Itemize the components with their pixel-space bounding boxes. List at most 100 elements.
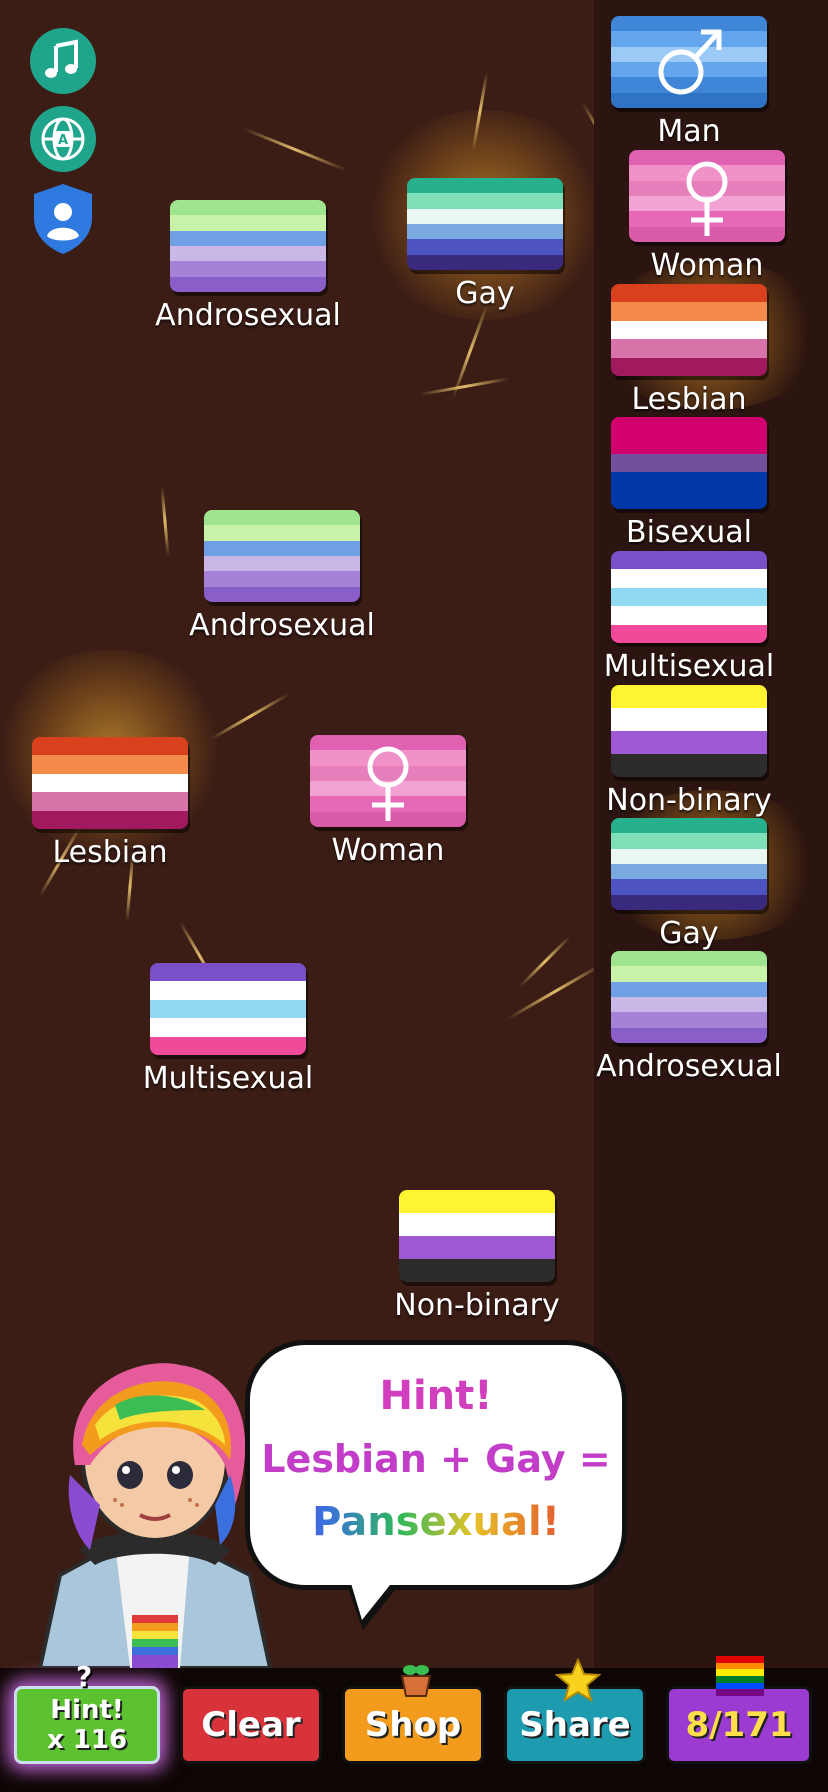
rainbow-flag-icon [716, 1656, 764, 1697]
flag-stripe [611, 818, 767, 834]
flag-stripe [611, 587, 767, 607]
shield-user-icon[interactable] [30, 182, 96, 254]
board-token-androsexual[interactable]: Androsexual [189, 510, 375, 644]
flag-stripe [407, 254, 563, 270]
flag-stripe [611, 302, 767, 321]
board-token-woman[interactable]: Woman [308, 735, 468, 869]
flag-stripe [150, 1018, 306, 1037]
token-label: Multisexual [603, 649, 775, 684]
flag-stripe [150, 963, 306, 982]
flag-stripe [204, 571, 360, 587]
flag-stripe [32, 773, 188, 793]
androsexual-flag-icon [170, 200, 326, 292]
flag-stripe [170, 245, 326, 262]
token-label: Gay [455, 276, 515, 311]
spark-ray [420, 377, 510, 396]
multisexual-flag-icon [611, 551, 767, 643]
flag-stripe [611, 435, 767, 454]
flag-stripe [150, 999, 306, 1019]
flag-stripe [611, 490, 767, 509]
token-label: Androsexual [189, 608, 375, 643]
androsexual-flag-icon [611, 951, 767, 1043]
flag-stripe [204, 555, 360, 572]
sidebar-token-gay[interactable]: Gay [609, 818, 769, 952]
token-label: Lesbian [52, 835, 168, 870]
bisexual-flag-icon [611, 417, 767, 509]
spark-ray [506, 962, 594, 1021]
flag-stripe [407, 178, 563, 194]
flag-stripe [32, 755, 188, 774]
sidebar-token-lesbian[interactable]: Lesbian [609, 284, 769, 418]
spark-ray [160, 486, 170, 557]
lesbian-flag-icon [32, 737, 188, 829]
flag-stripe [611, 754, 767, 777]
hint-button[interactable]: Hint! x 116 [14, 1686, 160, 1764]
token-label: Man [657, 114, 721, 149]
flag-stripe [611, 894, 767, 910]
multisexual-flag-icon [150, 963, 306, 1055]
man-flag-icon [611, 16, 767, 108]
star-icon [554, 1657, 602, 1706]
flag-stripe [407, 223, 563, 240]
sidebar-token-woman[interactable]: Woman [627, 150, 787, 284]
hint-button-label: Hint! [50, 1695, 124, 1725]
gay-flag-icon [407, 178, 563, 270]
spark-ray [519, 935, 571, 988]
board-token-lesbian[interactable]: Lesbian [30, 737, 190, 871]
sidebar-token-bisexual[interactable]: Bisexual [609, 417, 769, 551]
gay-flag-icon [611, 818, 767, 910]
flag-stripe [204, 540, 360, 556]
flag-stripe [611, 606, 767, 625]
flag-stripe [611, 848, 767, 864]
sidebar-token-multisexual[interactable]: Multisexual [604, 551, 774, 685]
token-label: Non-binary [606, 783, 772, 818]
flag-stripe [611, 1012, 767, 1028]
discovery-counter[interactable]: 8/171 [666, 1686, 812, 1764]
flag-stripe [611, 879, 767, 895]
board-token-androsexual[interactable]: Androsexual [155, 200, 341, 334]
flag-stripe [611, 1027, 767, 1043]
flag-stripe [611, 339, 767, 358]
flag-stripe [611, 863, 767, 880]
spark-ray [243, 127, 347, 172]
flag-stripe [32, 737, 188, 756]
sidebar-token-androsexual[interactable]: Androsexual [596, 951, 782, 1085]
board-token-gay[interactable]: Gay [405, 178, 565, 312]
flag-stripe [150, 981, 306, 1000]
flag-stripe [399, 1190, 555, 1213]
flag-stripe [407, 239, 563, 255]
bubble-tail [350, 1580, 394, 1620]
flag-stripe [611, 966, 767, 982]
globe-letter: A [58, 133, 68, 148]
flag-stripe [611, 951, 767, 967]
music-note-icon[interactable] [30, 28, 96, 94]
flag-stripe [407, 193, 563, 209]
hint-bubble-result: Pansexual! [250, 1499, 622, 1545]
clear-button[interactable]: Clear [180, 1686, 322, 1764]
token-label: Gay [659, 916, 719, 951]
token-label: Woman [650, 248, 764, 283]
token-label: Lesbian [631, 382, 747, 417]
flag-stripe [204, 510, 360, 526]
board-token-non-binary[interactable]: Non-binary [394, 1190, 560, 1324]
flag-stripe [150, 1036, 306, 1055]
sidebar-token-non-binary[interactable]: Non-binary [606, 685, 772, 819]
sidebar-token-man[interactable]: Man [609, 16, 769, 150]
flag-stripe [32, 792, 188, 811]
flag-stripe [399, 1213, 555, 1236]
flag-stripe [611, 981, 767, 997]
flag-stripe [204, 525, 360, 541]
flag-stripe [204, 586, 360, 602]
token-label: Androsexual [596, 1049, 782, 1084]
androsexual-flag-icon [204, 510, 360, 602]
flag-stripe [170, 230, 326, 246]
flag-stripe [611, 569, 767, 588]
flag-stripe [611, 685, 767, 708]
globe-language-icon[interactable]: A [30, 106, 96, 172]
lesbian-flag-icon [611, 284, 767, 376]
flag-stripe [611, 320, 767, 340]
flag-stripe [611, 472, 767, 491]
board-token-multisexual[interactable]: Multisexual [143, 963, 313, 1097]
flag-stripe [399, 1259, 555, 1282]
flag-stripe [407, 208, 563, 224]
